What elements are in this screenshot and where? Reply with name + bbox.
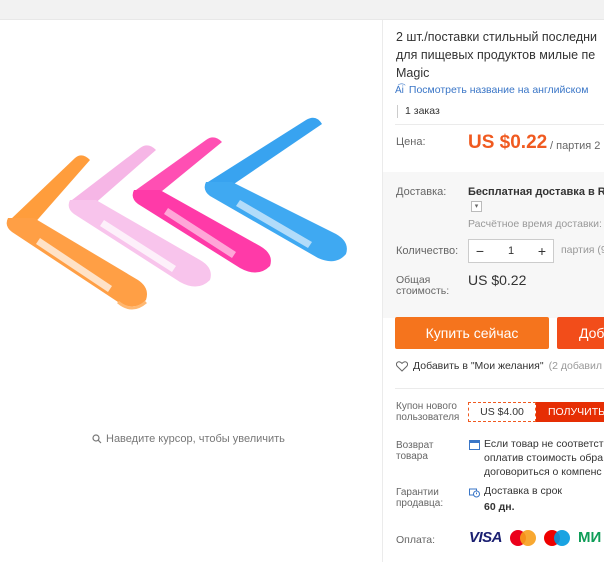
guarantee-label-line-1: Гарантии (396, 487, 439, 498)
total-value: US $0.22 (468, 272, 527, 288)
wishlist-label: Добавить в "Мои желания" (413, 360, 544, 372)
total-label: Общая стоимость: (396, 275, 449, 297)
coupon-label: Купон нового пользователя (396, 401, 459, 423)
translate-title-link[interactable]: A͡i Посмотреть название на английском (395, 84, 588, 96)
guarantee-label: Гарантии продавца: (396, 487, 443, 509)
product-title-line-1: 2 шт./поставки стильный последни (396, 30, 598, 44)
delivery-estimate: Расчётное время доставки: (468, 218, 602, 230)
buy-now-button[interactable]: Купить сейчас (395, 317, 549, 349)
returns-text-line-3: договориться о компенс (484, 466, 602, 478)
translate-icon: A͡i (395, 84, 404, 96)
product-title-line-3: Magic (396, 66, 430, 80)
coupon-label-line-1: Купон нового (396, 401, 457, 412)
zoom-hint-text: Наведите курсор, чтобы увеличить (106, 433, 285, 445)
returns-label-line-2: товара (396, 451, 428, 462)
get-coupon-button[interactable]: ПОЛУЧИТЬ (536, 402, 604, 422)
quantity-decrease-button[interactable]: − (469, 240, 491, 262)
divider (395, 124, 604, 125)
price-unit: / партия 2 (550, 140, 601, 152)
translate-title-text: Посмотреть название на английском (408, 84, 589, 96)
returns-label-line-1: Возврат (396, 440, 434, 451)
wishlist-count: (2 добавил (548, 360, 602, 372)
total-label-line-2: стоимость: (396, 285, 450, 297)
zoom-hint: Наведите курсор, чтобы увеличить (92, 433, 285, 445)
guarantee-label-line-2: продавца: (396, 498, 444, 509)
returns-text: Если товар не соответст оплатив стоимост… (484, 437, 604, 479)
quantity-stepper[interactable]: − 1 + (468, 239, 554, 263)
payment-label: Оплата: (396, 534, 436, 546)
quantity-input[interactable]: 1 (491, 245, 531, 257)
delivery-quantity-block: Доставка: Бесплатная доставка в Ru ▾ Рас… (383, 172, 604, 318)
delivery-label: Доставка: (396, 186, 447, 198)
product-image[interactable] (0, 90, 382, 390)
add-to-wishlist[interactable]: Добавить в "Мои желания" (2 добавил (396, 360, 602, 372)
visa-logo: VISA (469, 529, 503, 546)
mastercard-logo (510, 529, 537, 546)
product-title-line-2: для пищевых продуктов милые пе (396, 48, 596, 62)
add-to-cart-button[interactable]: Доб (557, 317, 604, 349)
guarantee-text: Доставка в срок (484, 485, 563, 497)
mir-logo: МИ (578, 529, 602, 546)
payment-methods: VISA МИ (469, 529, 601, 546)
price-label: Цена: (396, 136, 426, 148)
guarantee-days: 60 дн. (484, 501, 515, 513)
maestro-logo (544, 529, 571, 546)
price-value: US $0.22 (468, 132, 548, 153)
price-row: Цена: US $0.22 / партия 2 (396, 132, 604, 164)
product-image-gallery[interactable]: Наведите курсор, чтобы увеличить (0, 20, 382, 562)
chevron-down-icon[interactable]: ▾ (471, 201, 482, 212)
divider (395, 388, 604, 389)
coupon-label-line-2: пользователя (396, 412, 460, 423)
calendar-icon (469, 440, 480, 450)
coupon-amount: US $4.00 (468, 402, 536, 422)
quantity-label: Количество: (396, 245, 459, 257)
product-info-panel: 2 шт./поставки стильный последни для пищ… (383, 20, 604, 562)
returns-label: Возврат товара (396, 440, 434, 462)
delivery-clock-icon (469, 488, 480, 498)
orders-count: 1 заказ (397, 105, 440, 118)
quantity-note: партия (9 (561, 244, 604, 256)
magnifier-icon (92, 434, 102, 444)
product-title: 2 шт./поставки стильный последни для пищ… (396, 28, 604, 82)
returns-text-line-1: Если товар не соответст (484, 438, 604, 450)
heart-icon (396, 360, 408, 372)
returns-text-line-2: оплатив стоимость обра (484, 452, 604, 464)
quantity-increase-button[interactable]: + (531, 240, 553, 262)
top-nav-bar (0, 0, 604, 20)
shipping-method[interactable]: Бесплатная доставка в Ru (468, 186, 604, 198)
